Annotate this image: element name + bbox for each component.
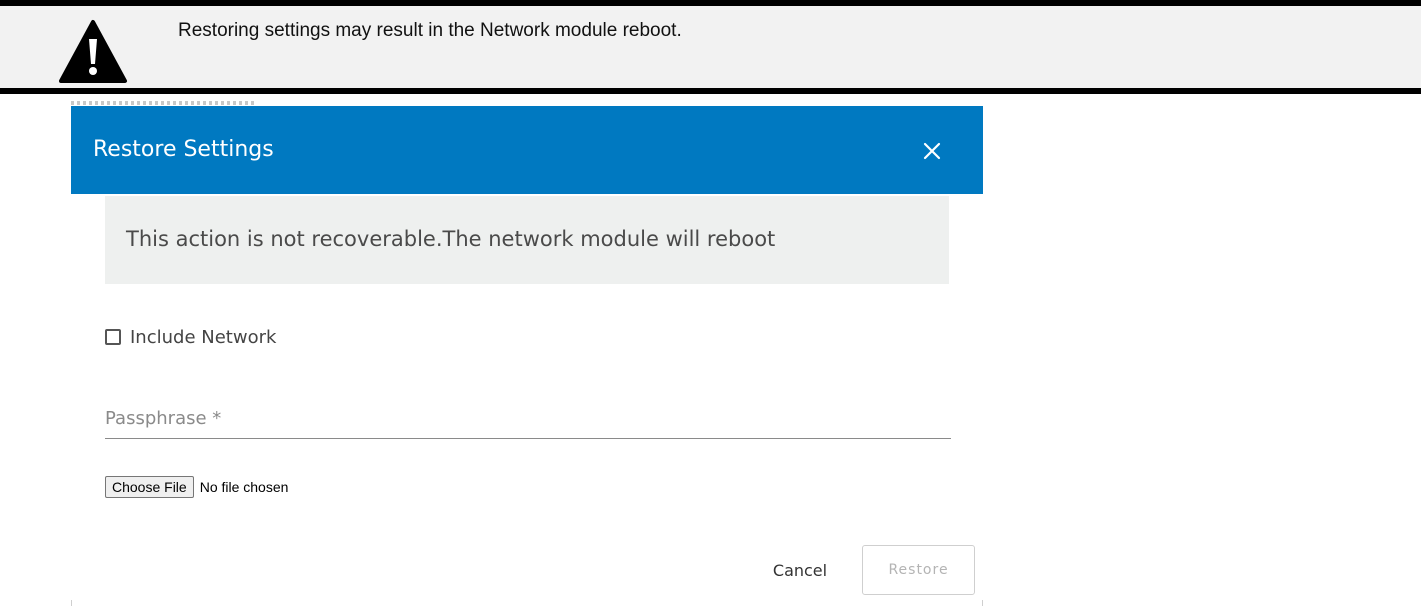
- file-status: No file chosen: [199, 479, 289, 495]
- warning-triangle-icon: [59, 20, 127, 83]
- choose-file-button[interactable]: Choose File: [105, 476, 194, 498]
- alert-message: This action is not recoverable.The netwo…: [126, 227, 776, 251]
- include-network-label: Include Network: [130, 326, 277, 348]
- warning-alert: This action is not recoverable.The netwo…: [105, 196, 949, 284]
- background-page-remnant: [71, 101, 255, 105]
- file-picker: Choose File No file chosen: [105, 476, 288, 498]
- dialog-header: Restore Settings: [71, 106, 983, 194]
- passphrase-input[interactable]: [105, 398, 951, 439]
- close-icon: [923, 142, 941, 160]
- dialog-title: Restore Settings: [93, 137, 274, 162]
- dialog-edge-right: [982, 600, 983, 606]
- include-network-option[interactable]: Include Network: [105, 325, 276, 349]
- close-button[interactable]: [917, 136, 947, 166]
- restore-button[interactable]: Restore: [862, 545, 975, 595]
- warning-banner: Restoring settings may result in the Net…: [0, 0, 1421, 94]
- restore-settings-dialog: Restore Settings This action is not reco…: [71, 106, 983, 606]
- cancel-button[interactable]: Cancel: [755, 545, 845, 595]
- banner-message: Restoring settings may result in the Net…: [178, 20, 682, 41]
- include-network-checkbox[interactable]: [105, 329, 121, 345]
- dialog-edge-left: [71, 600, 72, 606]
